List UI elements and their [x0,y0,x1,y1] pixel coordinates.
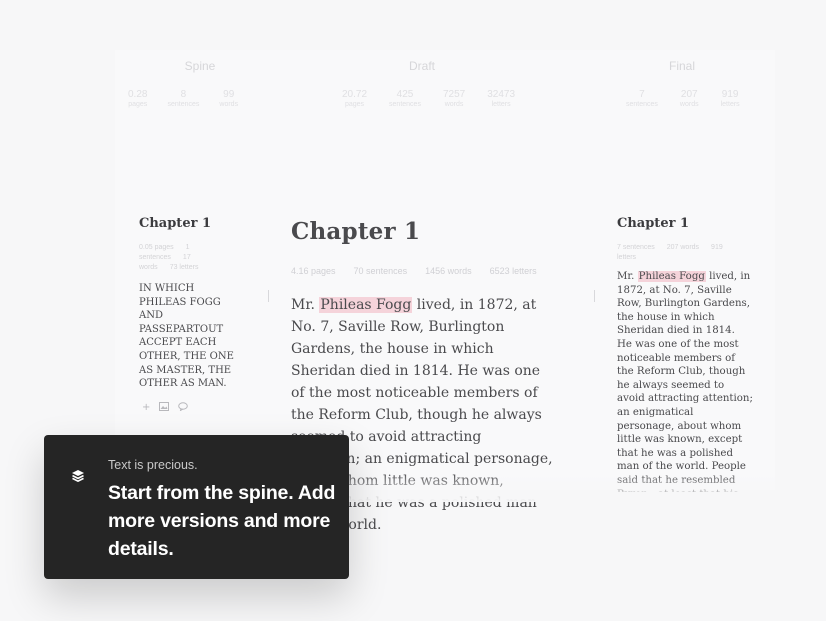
draft-stats: 20.72 pages 425 sentences 7257 words 32473 l… [342,89,515,108]
toast-eyebrow: Text is precious. [108,458,198,472]
column-title-final[interactable]: Final [662,59,702,73]
comment-icon[interactable] [178,402,189,414]
stat: 0.28 pages [128,89,148,108]
spine-stats: 0.28 pages 8 sentences 99 words [128,89,238,108]
text-run: Mr. [291,297,320,313]
add-icon[interactable]: + [142,402,150,414]
stat: 7 sentences [626,89,658,108]
stat: 20.72 pages [342,89,368,108]
stat: 425 sentences [389,89,421,108]
spine-toolbar: + [142,402,189,414]
final-stats: 7 sentences 207 words 919 letters [626,89,740,108]
text-run: Mr. [617,271,638,282]
mini-stat: 7 sentences [617,244,655,251]
spine-chapter-stats: 0.05 pages 1 sentences 17 words 73 letters [139,243,219,273]
mini-stat: 6523 letters [489,266,537,276]
stat: 207 words [679,89,699,108]
toast-message: Start from the spine. Add more versions … [108,482,336,560]
stat: 919 letters [720,89,740,108]
stat: 99 words [219,89,239,108]
mini-stat: 0.05 pages [139,244,174,251]
image-icon[interactable] [159,402,170,414]
stat: 32473 letters [487,89,516,108]
mini-stat: 73 letters [169,264,199,271]
draft-chapter-title: Chapter 1 [291,218,421,245]
mini-stat: 1456 words [425,266,472,276]
mini-stat: 70 sentences [353,266,408,276]
spine-chapter-title: Chapter 1 [139,216,212,231]
layers-icon [70,468,86,484]
stat: 8 sentences [167,89,200,108]
stat: 7257 words [442,89,466,108]
column-divider[interactable] [268,290,269,302]
mini-stat: 4.16 pages [291,266,336,276]
mini-stat: 207 words [666,244,700,251]
final-text[interactable]: Mr. Phileas Fogg lived, in 1872, at No. … [617,270,753,492]
onboarding-toast: Text is precious. Start from the spine. … [44,435,349,579]
text-run: lived, in 1872, at No. 7, Saville Row, B… [617,271,753,492]
highlighted-name[interactable]: Phileas Fogg [319,297,413,313]
draft-chapter-stats: 4.16 pages 70 sentences 1456 words 6523 … [291,266,537,276]
final-chapter-stats: 7 sentences 207 words 919 letters [617,243,742,263]
spine-text[interactable]: IN WHICH PHILEAS FOGG AND PASSEPARTOUT A… [139,282,234,391]
highlighted-name[interactable]: Phileas Fogg [637,271,706,282]
final-chapter-title: Chapter 1 [617,216,690,231]
column-title-draft[interactable]: Draft [402,59,442,73]
column-divider[interactable] [594,290,595,302]
column-title-spine[interactable]: Spine [180,59,220,73]
